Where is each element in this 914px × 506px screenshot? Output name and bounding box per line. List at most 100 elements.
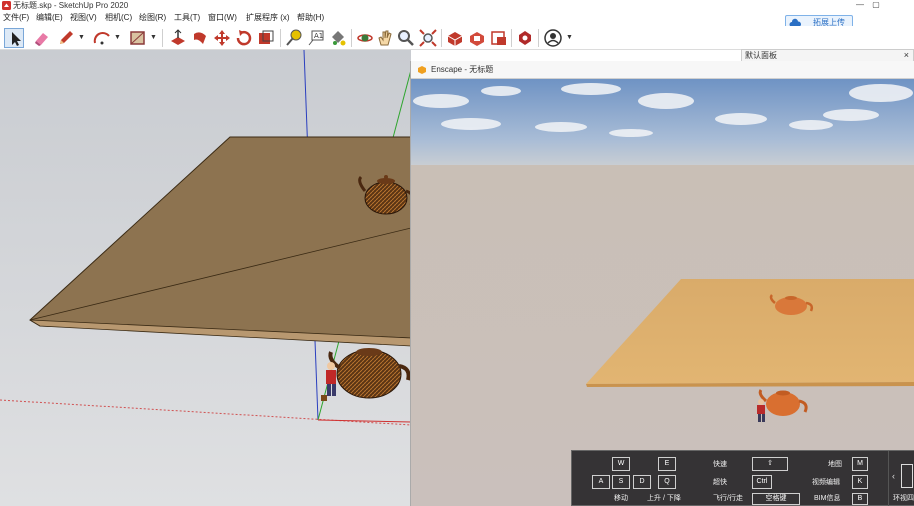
close-icon[interactable]: × <box>904 50 909 61</box>
scale-icon <box>259 30 274 44</box>
eraser-tool-button[interactable] <box>32 28 52 48</box>
window-title: 无标题.skp - SketchUp Pro 2020 <box>13 1 129 10</box>
zoom-icon <box>398 30 414 46</box>
menu-help[interactable]: 帮助(H) <box>297 12 324 24</box>
chevron-down-icon[interactable]: ▼ <box>566 34 573 41</box>
orbit-panel[interactable]: ‹ 环视四 <box>888 451 914 506</box>
extension-manager-icon <box>519 31 531 45</box>
zoom-extents-tool-button[interactable] <box>418 28 438 48</box>
menu-window[interactable]: 窗口(W) <box>208 12 237 24</box>
follow-me-tool-button[interactable] <box>190 28 210 48</box>
main-toolbar: ▼ ▼ ▼ A1 ▼ <box>0 26 914 50</box>
label-look-around: 环视四 <box>893 495 914 502</box>
enscape-render[interactable] <box>411 79 914 506</box>
key-e: E <box>658 457 676 471</box>
extension-warehouse-icon <box>470 32 484 46</box>
label-up-down: 上升 / 下降 <box>647 495 681 502</box>
move-tool-button[interactable] <box>212 28 232 48</box>
svg-text:A1: A1 <box>314 32 323 40</box>
menu-edit[interactable]: 编辑(E) <box>36 12 63 24</box>
enscape-title-bar: Enscape - 无标题 <box>411 61 914 79</box>
rectangle-icon <box>130 31 145 45</box>
account-button[interactable] <box>543 28 563 48</box>
menu-view[interactable]: 视图(V) <box>70 12 97 24</box>
orbit-icon <box>357 34 373 42</box>
extension-warehouse-button[interactable] <box>467 28 487 48</box>
render-figure <box>757 399 765 422</box>
title-bar: 无标题.skp - SketchUp Pro 2020 — ▢ <box>0 0 914 11</box>
paint-bucket-icon <box>332 31 346 46</box>
3d-warehouse-icon <box>447 32 463 46</box>
key-shift: ⇧ <box>752 457 788 471</box>
restore-button[interactable]: ▢ <box>866 0 886 11</box>
account-icon <box>544 29 562 47</box>
enscape-title: Enscape - 无标题 <box>431 65 494 74</box>
scale-tool-button[interactable] <box>256 28 276 48</box>
chevron-down-icon[interactable]: ▼ <box>78 34 85 41</box>
text-tool-button[interactable]: A1 <box>306 28 326 48</box>
key-w: W <box>612 457 630 471</box>
paint-bucket-tool-button[interactable] <box>328 28 348 48</box>
push-pull-tool-button[interactable] <box>168 28 188 48</box>
key-d: D <box>633 475 651 489</box>
label-map: 地图 <box>828 461 842 468</box>
chevron-left-icon[interactable]: ‹ <box>892 471 895 481</box>
arc-tool-button[interactable] <box>92 28 112 48</box>
toolbar-divider <box>538 29 539 47</box>
toolbar-divider <box>280 29 281 47</box>
toolbar-divider <box>162 29 163 47</box>
key-space: 空格键 <box>752 493 800 505</box>
select-icon <box>12 32 21 46</box>
key-ctrl: Ctrl <box>752 475 772 489</box>
toolbar-divider <box>441 29 442 47</box>
zoom-tool-button[interactable] <box>396 28 416 48</box>
toolbar-divider <box>511 29 512 47</box>
rectangle-tool-button[interactable] <box>128 28 148 48</box>
label-move: 移动 <box>614 495 628 502</box>
eraser-icon <box>35 33 48 46</box>
3d-warehouse-button[interactable] <box>445 28 465 48</box>
orbit-tool-button[interactable] <box>355 28 375 48</box>
tape-measure-icon <box>286 29 302 46</box>
key-m: M <box>852 457 868 471</box>
model-scene <box>0 50 411 506</box>
rotate-icon <box>236 30 252 46</box>
text-icon: A1 <box>308 30 324 46</box>
pencil-icon <box>60 31 73 44</box>
key-b: B <box>852 493 868 505</box>
key-q: Q <box>658 475 676 489</box>
toolbar-divider <box>351 29 352 47</box>
enscape-window[interactable]: Enscape - 无标题 W A S D E Q 移动 上升 / 下降 快速 … <box>410 61 914 506</box>
layout-button[interactable] <box>489 28 509 48</box>
navigation-controls-overlay: W A S D E Q 移动 上升 / 下降 快速 超快 飞行/行走 ⇧ Ctr… <box>571 450 914 506</box>
key-s: S <box>612 475 630 489</box>
enscape-logo-icon <box>418 66 426 74</box>
label-super-fast: 超快 <box>713 479 727 486</box>
extension-manager-button[interactable] <box>515 28 535 48</box>
sketchup-viewport[interactable] <box>0 50 411 506</box>
arc-icon <box>93 32 110 45</box>
select-tool-button[interactable] <box>4 28 24 48</box>
move-icon <box>214 30 230 46</box>
menu-camera[interactable]: 相机(C) <box>105 12 132 24</box>
rotate-tool-button[interactable] <box>234 28 254 48</box>
key-k: K <box>852 475 868 489</box>
pan-tool-button[interactable] <box>375 28 395 48</box>
menu-file[interactable]: 文件(F) <box>3 12 29 24</box>
menu-extensions[interactable]: 扩展程序 (x) <box>246 12 290 24</box>
follow-me-icon <box>194 32 206 44</box>
label-video-editor: 视频编辑 <box>812 479 840 486</box>
label-fast: 快速 <box>713 461 727 468</box>
menu-draw[interactable]: 绘图(R) <box>139 12 166 24</box>
tape-measure-tool-button[interactable] <box>284 28 304 48</box>
chevron-down-icon[interactable]: ▼ <box>114 34 121 41</box>
tray-title: 默认面板 <box>745 51 777 60</box>
zoom-extents-icon <box>419 29 437 47</box>
sketchup-logo-icon <box>2 1 11 10</box>
push-pull-icon <box>171 29 185 45</box>
pencil-tool-button[interactable] <box>56 28 76 48</box>
menu-tools[interactable]: 工具(T) <box>174 12 200 24</box>
menu-bar: 文件(F) 编辑(E) 视图(V) 相机(C) 绘图(R) 工具(T) 窗口(W… <box>0 11 760 25</box>
key-a: A <box>592 475 610 489</box>
chevron-down-icon[interactable]: ▼ <box>150 34 157 41</box>
